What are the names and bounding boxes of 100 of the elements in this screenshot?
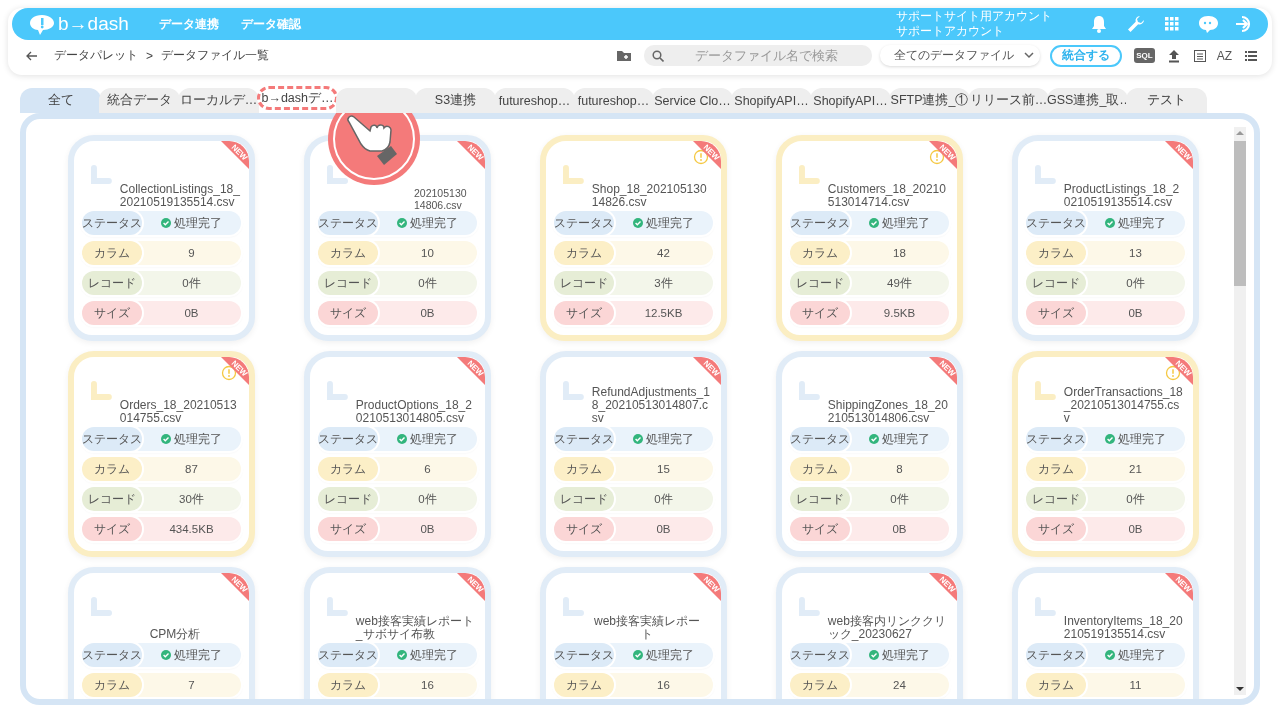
- app-grid-icon[interactable]: [1162, 14, 1182, 34]
- field-label: レコード: [554, 271, 614, 295]
- check-circle-icon: [633, 434, 643, 444]
- tab[interactable]: 統合データ: [99, 88, 180, 113]
- field-label: カラム: [790, 673, 850, 697]
- field-label: カラム: [82, 241, 142, 265]
- field-label: レコード: [318, 487, 378, 511]
- scrollbar[interactable]: [1234, 127, 1246, 695]
- field-label: サイズ: [82, 517, 142, 541]
- tab[interactable]: ShopifyAPI…: [731, 88, 812, 113]
- search-icon: [652, 50, 665, 62]
- search-field[interactable]: データファイル名で検索: [644, 45, 873, 66]
- field-label: サイズ: [790, 517, 850, 541]
- field-label: ステータス: [790, 211, 850, 235]
- field-label: ステータス: [790, 643, 850, 667]
- tab[interactable]: [336, 88, 417, 113]
- field-value: 0件: [1126, 491, 1145, 507]
- tab[interactable]: ローカルデ…: [178, 88, 259, 113]
- upload-icon[interactable]: [1166, 48, 1181, 63]
- tab[interactable]: S3連携: [415, 88, 496, 113]
- file-name: Orders_18_20210513014755.csv: [119, 399, 238, 425]
- field-value: 処理完了: [174, 647, 222, 663]
- field-value: 処理完了: [174, 215, 222, 231]
- check-circle-icon: [397, 434, 407, 444]
- tab[interactable]: futureshop…: [494, 88, 575, 113]
- field-label: レコード: [82, 271, 142, 295]
- tab[interactable]: b→dashデ…: [257, 86, 338, 110]
- file-name: web接客実績レポート_サボサイ布教: [355, 615, 475, 641]
- back-arrow-icon[interactable]: [26, 50, 38, 61]
- folder-plus-icon[interactable]: [616, 49, 633, 62]
- field-value: 0件: [418, 491, 437, 507]
- field-value: 49件: [887, 275, 912, 291]
- field-label: カラム: [318, 241, 378, 265]
- file-corner-icon: [326, 381, 348, 403]
- field-value: 処理完了: [882, 431, 930, 447]
- tab[interactable]: ShopifyAPI…: [810, 88, 891, 113]
- check-circle-icon: [633, 218, 643, 228]
- scrollbar-thumb[interactable]: [1234, 141, 1246, 286]
- field-label: ステータス: [1026, 427, 1086, 451]
- account-name: サポートサイト用アカウント: [896, 9, 1052, 24]
- file-corner-icon: [798, 165, 820, 187]
- check-circle-icon: [397, 650, 407, 660]
- file-name: CPM分析: [148, 628, 202, 641]
- file-name: ProductOptions_18_20210513014805.csv: [355, 399, 473, 425]
- field-label: レコード: [790, 271, 850, 295]
- field-value: 処理完了: [174, 431, 222, 447]
- field-label: サイズ: [790, 301, 850, 325]
- tab[interactable]: 全て: [20, 88, 101, 113]
- field-value: 処理完了: [410, 215, 458, 231]
- chat-bubble-icon[interactable]: [1198, 14, 1218, 34]
- check-circle-icon: [869, 218, 879, 228]
- field-label: ステータス: [318, 643, 378, 667]
- file-corner-icon: [326, 597, 348, 619]
- tab[interactable]: futureshop…: [573, 88, 654, 113]
- field-label: レコード: [554, 487, 614, 511]
- tab[interactable]: GSS連携_取…: [1047, 88, 1128, 113]
- file-corner-icon: [562, 597, 584, 619]
- chevron-down-icon: [1024, 52, 1035, 59]
- field-label: カラム: [554, 673, 614, 697]
- field-label: ステータス: [318, 211, 378, 235]
- tab[interactable]: Service Clo…: [652, 88, 733, 113]
- field-label: サイズ: [82, 301, 142, 325]
- tab[interactable]: テスト: [1126, 88, 1207, 113]
- field-value: 30件: [179, 491, 204, 507]
- breadcrumb-item[interactable]: データパレット: [54, 47, 138, 64]
- scroll-up-icon[interactable]: [1236, 130, 1244, 136]
- check-circle-icon: [161, 434, 171, 444]
- file-corner-icon: [1034, 381, 1056, 403]
- field-label: ステータス: [790, 427, 850, 451]
- file-name: OrderTransactions_18_20210513014755.csv: [1063, 386, 1184, 425]
- field-value: 9.5KB: [883, 307, 916, 319]
- field-value: 24: [893, 679, 906, 691]
- field-value: 0件: [890, 491, 909, 507]
- file-name: RefundAdjustments_18_20210513014807.csv: [591, 386, 711, 425]
- field-value: 0件: [654, 491, 673, 507]
- file-corner-icon: [798, 381, 820, 403]
- list-icon[interactable]: [1244, 48, 1258, 63]
- field-value: 0B: [420, 523, 435, 535]
- field-value: 13: [1129, 247, 1142, 259]
- sql-button[interactable]: SQL: [1134, 48, 1155, 63]
- field-value: 16: [421, 679, 434, 691]
- sort-button[interactable]: AZ: [1216, 48, 1232, 63]
- field-value: 0B: [184, 307, 199, 319]
- field-value: 処理完了: [646, 431, 694, 447]
- field-label: カラム: [318, 457, 378, 481]
- field-label: ステータス: [1026, 643, 1086, 667]
- field-label: レコード: [790, 487, 850, 511]
- scroll-down-icon[interactable]: [1236, 686, 1244, 692]
- field-value: 8: [896, 463, 903, 475]
- file-name: Shop_18_20210513014826.csv: [591, 183, 708, 209]
- field-value: 12.5KB: [644, 307, 683, 319]
- table-icon[interactable]: [1192, 48, 1207, 63]
- file-name: CollectionListings_18_20210519135514.csv: [119, 183, 241, 209]
- file-filter-dropdown[interactable]: 全てのデータファイル: [880, 45, 1041, 66]
- field-value: 処理完了: [1118, 431, 1166, 447]
- file-corner-icon: [1034, 597, 1056, 619]
- check-circle-icon: [869, 650, 879, 660]
- field-label: サイズ: [318, 301, 378, 325]
- wrench-icon[interactable]: [1126, 14, 1146, 34]
- tab[interactable]: SFTP連携_①: [889, 88, 970, 113]
